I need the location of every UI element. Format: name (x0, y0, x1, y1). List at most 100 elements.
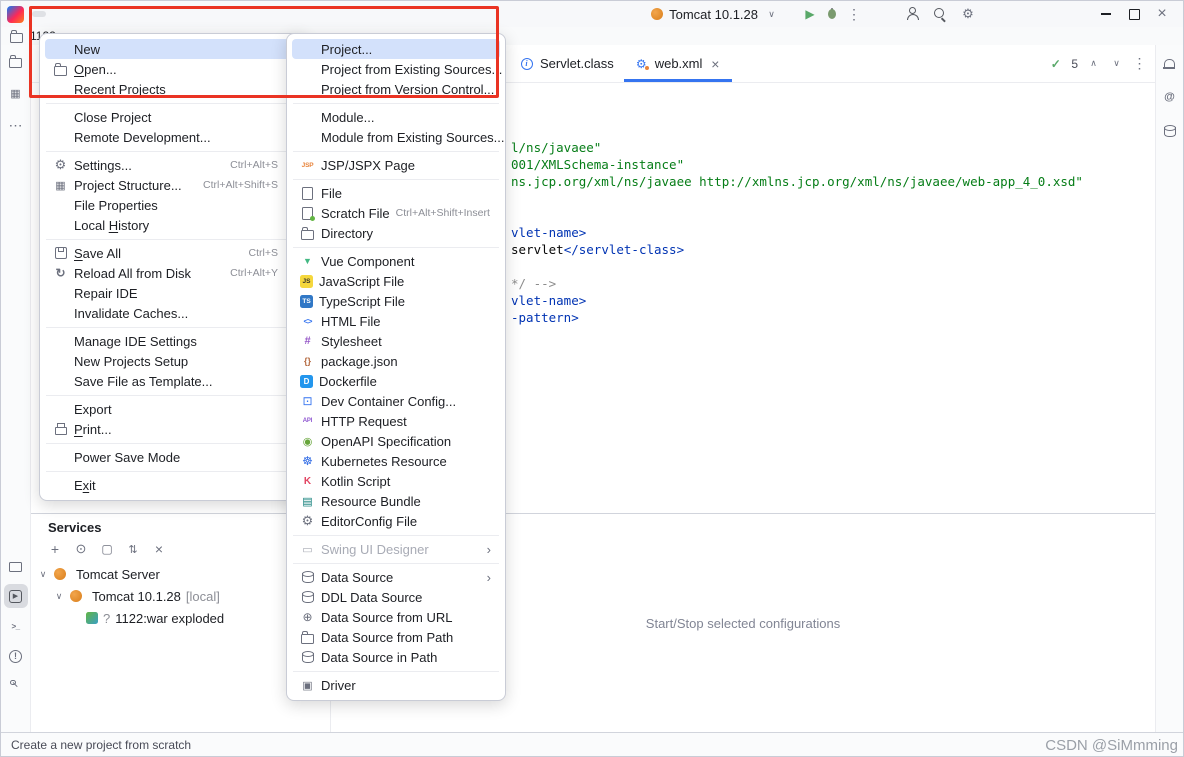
menubar-item[interactable] (208, 11, 222, 17)
menu-item[interactable]: Driver (292, 675, 500, 695)
toolbar-button[interactable] (70, 539, 92, 559)
menu-item[interactable]: Data Source from Path (292, 627, 500, 647)
menu-item[interactable]: Power Save Mode (45, 447, 301, 467)
tool-window-button[interactable] (4, 614, 28, 638)
menubar-item[interactable] (112, 11, 126, 17)
menu-item[interactable]: Dev Container Config... (292, 391, 500, 411)
menu-item[interactable]: Project Structure... Ctrl+Alt+Shift+S (45, 175, 301, 195)
run-button[interactable] (803, 7, 818, 22)
menubar-item[interactable] (192, 11, 206, 17)
menu-item[interactable]: HTTP Request (292, 411, 500, 431)
toolbar-button[interactable] (96, 539, 118, 559)
menu-item[interactable]: Kubernetes Resource (292, 451, 500, 471)
menubar-item[interactable] (32, 11, 46, 17)
menu-item[interactable]: Swing UI Designer (292, 539, 500, 559)
tool-window-button[interactable] (4, 674, 28, 698)
menu-item[interactable]: Project from Existing Sources... (292, 59, 500, 79)
close-tab-icon[interactable] (708, 57, 722, 71)
menu-item[interactable]: File (292, 183, 500, 203)
code-with-me-icon[interactable] (905, 7, 920, 22)
close-button[interactable] (1155, 7, 1170, 22)
menu-item[interactable]: DDL Data Source (292, 587, 500, 607)
menu-item[interactable]: New Projects Setup (45, 351, 301, 371)
editor-tab[interactable]: web.xml (624, 45, 733, 82)
settings-icon[interactable] (961, 7, 976, 22)
tool-window-button[interactable] (4, 49, 28, 73)
tool-window-button[interactable] (4, 81, 28, 105)
editor-tab[interactable]: Servlet.class (509, 45, 624, 82)
tool-window-button[interactable] (1158, 85, 1182, 109)
menu-item[interactable]: Resource Bundle (292, 491, 500, 511)
menu-item[interactable]: Directory (292, 223, 500, 243)
tool-window-button[interactable] (4, 584, 28, 608)
menu-item[interactable]: Kotlin Script (292, 471, 500, 491)
menu-item[interactable]: Module from Existing Sources... (292, 127, 500, 147)
menubar-item[interactable] (128, 11, 142, 17)
menu-item[interactable]: Print... (45, 419, 301, 439)
menu-item[interactable]: Invalidate Caches... (45, 303, 301, 323)
chevron-down-icon[interactable]: ∨ (37, 569, 49, 580)
menu-item[interactable]: JavaScript File (292, 271, 500, 291)
menu-item[interactable]: Repair IDE (45, 283, 301, 303)
menu-item[interactable]: Project from Version Control... (292, 79, 500, 99)
menu-item[interactable]: Data Source (292, 567, 500, 587)
menu-item[interactable]: Dockerfile (292, 371, 500, 391)
menu-item[interactable]: Stylesheet (292, 331, 500, 351)
menu-item[interactable]: Remote Development... (45, 127, 301, 147)
menu-item[interactable]: Vue Component (292, 251, 500, 271)
menu-item[interactable]: Module... (292, 107, 500, 127)
menu-item[interactable]: Save File as Template... (45, 371, 301, 391)
menu-item[interactable]: Data Source in Path (292, 647, 500, 667)
menu-item[interactable]: Exit (45, 475, 301, 495)
tool-window-button[interactable] (1158, 119, 1182, 143)
tab-options-icon[interactable] (1132, 56, 1147, 71)
menu-item[interactable]: Reload All from Disk Ctrl+Alt+Y (45, 263, 301, 283)
menu-item[interactable]: package.json (292, 351, 500, 371)
menu-item-label: Stylesheet (321, 334, 382, 349)
chevron-down-icon[interactable]: ∨ (53, 591, 65, 602)
debug-button[interactable] (828, 9, 836, 19)
menu-item[interactable]: Settings... Ctrl+Alt+S (45, 155, 301, 175)
tool-window-button[interactable] (4, 554, 28, 578)
menu-item[interactable]: File Properties (45, 195, 301, 215)
run-config-selector[interactable]: Tomcat 10.1.28 (645, 5, 785, 24)
menubar-item[interactable] (80, 11, 94, 17)
menubar-item[interactable] (48, 11, 62, 17)
menu-item[interactable]: Export (45, 399, 301, 419)
menu-item[interactable]: OpenAPI Specification (292, 431, 500, 451)
folder-icon (53, 62, 68, 77)
menu-item[interactable]: JSP/JSPX Page (292, 155, 500, 175)
menubar-item[interactable] (160, 11, 174, 17)
menu-item[interactable]: New (45, 39, 301, 59)
menu-item[interactable]: Scratch File Ctrl+Alt+Shift+Insert (292, 203, 500, 223)
menu-item[interactable]: Close Project (45, 107, 301, 127)
more-actions-icon[interactable] (847, 7, 862, 22)
menu-item[interactable]: Local History (45, 215, 301, 235)
next-problem-icon[interactable] (1109, 56, 1124, 71)
menu-item[interactable]: Open... (45, 59, 301, 79)
search-icon[interactable] (933, 7, 948, 22)
maximize-button[interactable] (1127, 7, 1142, 22)
menu-item-label: Project from Existing Sources... (321, 62, 502, 77)
toolbar-button[interactable] (148, 539, 170, 559)
menu-item[interactable]: EditorConfig File (292, 511, 500, 531)
toolbar-button[interactable] (122, 539, 144, 559)
tool-window-button[interactable] (4, 113, 28, 137)
tool-window-button[interactable] (1158, 51, 1182, 75)
menu-item[interactable]: Manage IDE Settings (45, 331, 301, 351)
menubar-item[interactable] (144, 11, 158, 17)
toolbar-button[interactable] (44, 539, 66, 559)
menu-item[interactable]: TypeScript File (292, 291, 500, 311)
menu-item[interactable]: Save All Ctrl+S (45, 243, 301, 263)
tool-window-button[interactable] (4, 644, 28, 668)
previous-problem-icon[interactable] (1086, 56, 1101, 71)
menu-item[interactable]: Recent Projects (45, 79, 301, 99)
menu-item[interactable]: Project... (292, 39, 500, 59)
menu-item[interactable]: Data Source from URL (292, 607, 500, 627)
menubar-item[interactable] (96, 11, 110, 17)
minimize-button[interactable] (1099, 7, 1114, 22)
menubar-item[interactable] (176, 11, 190, 17)
menu-item[interactable]: HTML File (292, 311, 500, 331)
menu-item-label: Export (74, 402, 112, 417)
menubar-item[interactable] (64, 11, 78, 17)
